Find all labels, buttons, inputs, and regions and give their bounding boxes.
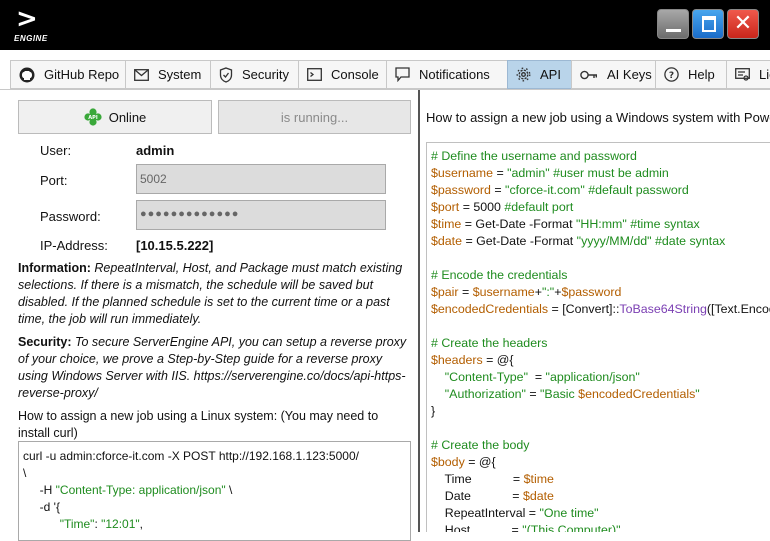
linux-code-box[interactable]: curl -u admin:cforce-it.com -X POST http… xyxy=(18,441,411,541)
code-line: $port = 5000 #default port xyxy=(431,200,574,214)
code-line: Host = "(This Computer)" xyxy=(431,523,621,532)
tab-notifications[interactable]: Notifications xyxy=(386,60,508,89)
password-label: Password: xyxy=(40,209,101,224)
tab-license[interactable]: Lic xyxy=(726,60,770,89)
information-heading: Information: xyxy=(18,261,91,275)
left-panel: API Online is running... User: admin Por… xyxy=(0,90,418,541)
online-label: Online xyxy=(108,109,147,125)
close-icon: ✕ xyxy=(733,11,753,36)
key-icon xyxy=(580,70,597,79)
code-string: "Time" xyxy=(59,517,95,531)
password-field[interactable]: ●●●●●●●●●●●●● xyxy=(136,200,386,230)
code-line: curl -u admin:cforce-it.com -X POST http… xyxy=(23,449,359,463)
user-label: User: xyxy=(40,143,72,158)
maximize-button[interactable] xyxy=(692,9,724,39)
right-panel: How to assign a new job using a Windows … xyxy=(420,90,770,532)
linux-heading: How to assign a new job using a Linux sy… xyxy=(18,409,379,440)
tab-label: Notifications xyxy=(419,67,490,82)
code-line: $username = "admin" #user must be admin xyxy=(431,166,669,180)
code-line: $date = Get-Date -Format "yyyy/MM/dd" #d… xyxy=(431,234,726,248)
tab-label: GitHub Repo xyxy=(44,67,120,82)
security-heading: Security: xyxy=(18,335,72,349)
tab-label: Lic xyxy=(759,67,770,82)
online-button[interactable]: API Online xyxy=(18,100,212,134)
close-button[interactable]: ✕ xyxy=(727,9,759,39)
title-bar: > ENGINE ✕ xyxy=(0,0,770,50)
user-value: admin xyxy=(136,143,175,158)
security-text: To secure ServerEngine API, you can setu… xyxy=(18,335,407,400)
code-line: # Define the username and password xyxy=(431,149,637,163)
running-button[interactable]: is running... xyxy=(218,100,411,134)
tab-api[interactable]: API xyxy=(507,60,572,89)
code-line: $encodedCredentials = [Convert]::ToBase6… xyxy=(431,302,770,316)
port-label: Port: xyxy=(40,173,68,188)
minimize-icon xyxy=(666,29,681,32)
tab-help[interactable]: ? Help xyxy=(655,60,727,89)
port-field[interactable]: 5002 xyxy=(136,164,386,194)
code-line: Date = $date xyxy=(431,489,554,503)
code-line: $time = Get-Date -Format "HH:mm" #time s… xyxy=(431,217,700,231)
maximize-icon xyxy=(702,16,716,32)
ip-label: IP-Address: xyxy=(40,238,108,253)
tab-bar: GitHub Repo System Security Console Noti… xyxy=(0,60,770,90)
code-line: $pair = $username+":"+$password xyxy=(431,285,622,299)
tab-label: Help xyxy=(688,67,715,82)
code-line: $body = @{ xyxy=(431,455,496,469)
running-label: is running... xyxy=(280,109,349,125)
information-note: Information: RepeatInterval, Host, and P… xyxy=(18,260,410,328)
tab-system[interactable]: System xyxy=(125,60,211,89)
code-line: -H "Content-Type: application/json" \ xyxy=(23,483,233,497)
tab-github-repo[interactable]: GitHub Repo xyxy=(10,60,126,89)
windows-heading: How to assign a new job using a Windows … xyxy=(426,110,770,125)
code-line: -d '{ xyxy=(23,500,60,514)
security-note: Security: To secure ServerEngine API, yo… xyxy=(18,334,410,402)
code-line: # Encode the credentials xyxy=(431,268,568,282)
code-line: \ xyxy=(23,466,27,480)
code-line: "Time": "12:01", xyxy=(59,517,144,531)
code-line: } xyxy=(431,404,436,418)
code-line: "Content-Type" = "application/json" xyxy=(444,370,640,384)
tab-label: Console xyxy=(331,67,379,82)
tab-label: AI Keys xyxy=(607,67,652,82)
code-line: Time = $time xyxy=(431,472,554,486)
tab-console[interactable]: Console xyxy=(298,60,387,89)
tab-label: Security xyxy=(242,67,289,82)
github-icon xyxy=(19,67,35,82)
tab-ai-keys[interactable]: AI Keys xyxy=(571,60,656,89)
svg-text:?: ? xyxy=(669,71,674,81)
shield-icon xyxy=(219,66,233,83)
minimize-button[interactable] xyxy=(657,9,689,39)
code-line: $password = "cforce-it.com" #default pas… xyxy=(431,183,689,197)
code-line: # Create the headers xyxy=(431,336,548,350)
code-line: "Authorization" = "Basic $encodedCredent… xyxy=(444,387,700,401)
speech-bubble-icon xyxy=(395,67,410,82)
code-string: "Content-Type: application/json" xyxy=(55,483,226,497)
console-icon xyxy=(307,68,322,81)
powershell-code-box[interactable]: # Define the username and password $usern… xyxy=(426,142,770,532)
gear-icon xyxy=(516,67,531,82)
tab-security[interactable]: Security xyxy=(210,60,299,89)
api-status-icon: API xyxy=(84,108,102,126)
mail-icon xyxy=(134,68,149,81)
tab-label: System xyxy=(158,67,202,82)
question-icon: ? xyxy=(664,67,679,82)
code-line: $headers = @{ xyxy=(431,353,514,367)
code-line: # Create the body xyxy=(431,438,530,452)
svg-text:API: API xyxy=(88,115,98,121)
code-string: "12:01" xyxy=(101,517,140,531)
code-line: RepeatInterval = "One time" xyxy=(431,506,599,520)
license-icon xyxy=(735,68,750,81)
serverengine-logo: > ENGINE xyxy=(14,4,48,43)
tab-label: API xyxy=(540,67,561,82)
ip-value: [10.15.5.222] xyxy=(136,238,214,253)
